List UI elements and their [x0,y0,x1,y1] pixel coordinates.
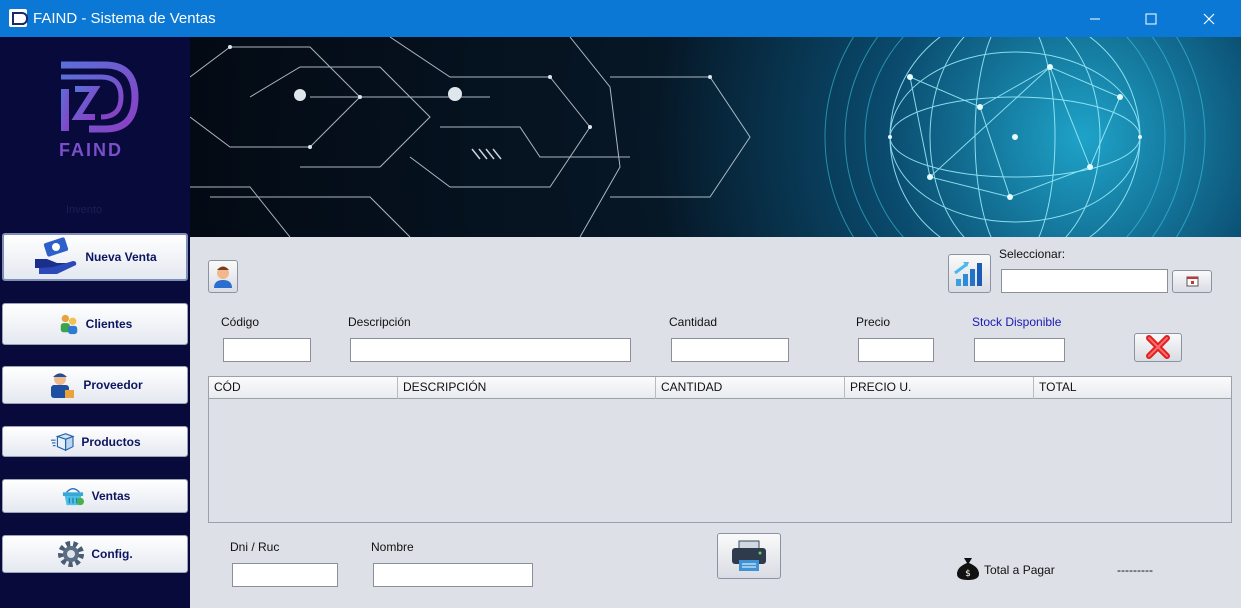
nav-productos-button[interactable]: Productos [2,426,188,457]
maximize-icon [1145,13,1157,24]
app-logo-icon [9,9,28,27]
box-icon [51,432,75,451]
minimize-icon [1090,18,1100,19]
calendar-icon [1186,276,1199,287]
sale-items-table[interactable]: CÓD DESCRIPCIÓN CANTIDAD PRECIO U. TOTAL [208,376,1232,523]
nombre-input[interactable] [373,563,533,587]
nav-nueva-venta-button[interactable]: Nueva Venta [2,233,188,281]
money-bag-icon: $ [957,558,979,580]
descripcion-input[interactable] [350,338,631,362]
column-header-cod[interactable]: CÓD [209,377,398,399]
total-a-pagar-label: Total a Pagar [984,563,1055,577]
stock-disponible-label: Stock Disponible [972,315,1062,329]
sales-report-button[interactable] [948,254,991,293]
nav-nueva-venta-label: Nueva Venta [85,250,157,264]
nav-productos-label: Productos [81,434,141,449]
printer-icon [732,540,766,571]
total-a-pagar-value: --------- [1117,563,1153,577]
table-header: CÓD DESCRIPCIÓN CANTIDAD PRECIO U. TOTAL [209,377,1231,399]
print-button[interactable] [717,533,781,579]
user-icon [214,266,232,288]
delete-item-button[interactable] [1134,333,1182,362]
date-picker-button[interactable] [1172,270,1212,293]
cantidad-label: Cantidad [669,315,718,329]
nav-proveedor-label: Proveedor [83,378,143,392]
maximize-button[interactable] [1128,0,1174,37]
title-bar: FAIND - Sistema de Ventas [0,0,1241,37]
shopping-basket-icon [62,487,84,506]
sidebar: FAIND Invento Nueva Venta Clientes Prove… [0,37,190,608]
close-button[interactable] [1186,0,1232,37]
bar-chart-icon [954,262,982,286]
precio-input[interactable] [858,338,934,362]
brand-name: FAIND [59,140,123,160]
nav-ventas-button[interactable]: Ventas [2,479,188,513]
money-hand-icon [35,237,77,274]
seleccionar-input[interactable] [1001,269,1168,293]
select-client-button[interactable] [208,260,238,293]
tech-network-illustration [190,37,1206,237]
customers-icon [60,314,77,335]
codigo-input[interactable] [223,338,311,362]
red-x-icon [1146,335,1170,359]
codigo-label: Código [221,315,260,329]
supplier-icon [51,373,75,398]
nav-ventas-label: Ventas [91,489,131,503]
header-banner [190,37,1241,237]
column-header-cantidad[interactable]: CANTIDAD [656,377,845,399]
window-title: FAIND - Sistema de Ventas [33,10,216,27]
nombre-label: Nombre [371,540,414,554]
nav-clientes-button[interactable]: Clientes [2,303,188,345]
nav-proveedor-button[interactable]: Proveedor [2,366,188,404]
nav-config-label: Config. [91,547,133,561]
brand-subtitle: Invento [66,204,103,216]
close-icon [1203,13,1215,24]
sales-form-panel: Seleccionar: Código Descripción Cantidad… [190,237,1241,608]
column-header-total[interactable]: TOTAL [1034,377,1231,399]
cantidad-input[interactable] [671,338,789,362]
minimize-button[interactable] [1072,0,1118,37]
descripcion-label: Descripción [348,315,411,329]
column-header-precio-unitario[interactable]: PRECIO U. [845,377,1034,399]
precio-label: Precio [856,315,891,329]
seleccionar-label: Seleccionar: [999,247,1066,261]
nav-clientes-label: Clientes [85,317,133,331]
svg-text:$: $ [965,569,971,579]
nav-config-button[interactable]: Config. [2,535,188,573]
column-header-descripcion[interactable]: DESCRIPCIÓN [398,377,656,399]
dni-ruc-input[interactable] [232,563,338,587]
gear-icon [58,541,85,567]
dni-ruc-label: Dni / Ruc [230,540,280,554]
stock-disponible-input[interactable] [974,338,1065,362]
